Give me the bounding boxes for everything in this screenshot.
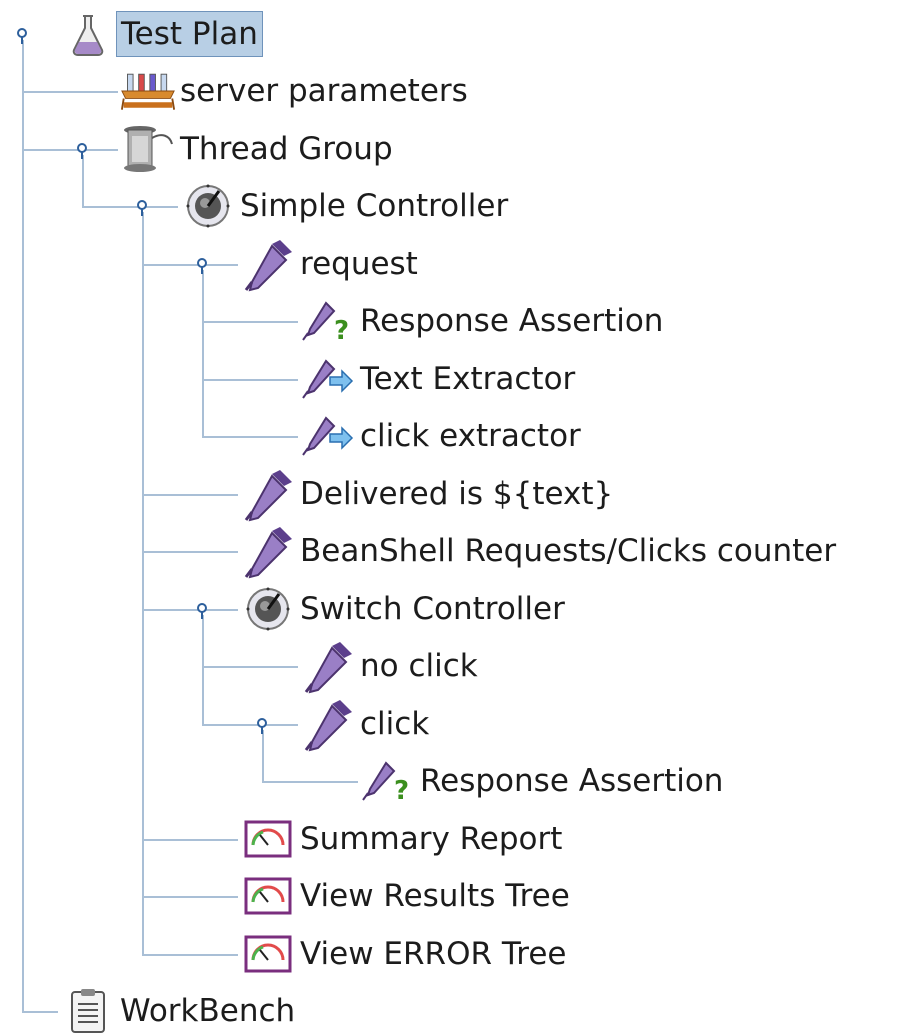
tree-node[interactable]: Delivered is ${text} [240, 469, 617, 522]
tree-connector-line [142, 896, 238, 899]
test-plan-tree: Test Plan server parameters Thread Group Si… [0, 0, 911, 1035]
expand-handle[interactable] [191, 249, 221, 279]
tree-node[interactable]: ? Response Assertion [360, 756, 727, 806]
clipboard-icon [60, 986, 116, 1036]
tree-node-label: Delivered is ${text} [300, 475, 614, 512]
tree-connector-line [202, 666, 298, 669]
tree-connector-line [82, 206, 178, 209]
expand-handle[interactable] [131, 191, 161, 221]
pipette-icon [240, 239, 296, 292]
tree-connector-line [202, 321, 298, 324]
tree-connector-line [202, 436, 298, 439]
tree-connector-line [22, 1011, 58, 1014]
tree-node[interactable]: Text Extractor [300, 354, 579, 404]
tree-node[interactable]: request [240, 239, 422, 292]
tree-connector-line [262, 781, 358, 784]
tree-node[interactable]: Switch Controller [240, 584, 569, 634]
expand-handle[interactable] [191, 594, 221, 624]
tree-connector-line [142, 493, 238, 496]
tree-connector-line [202, 614, 204, 724]
controller-dial-icon [180, 181, 236, 231]
spool-icon [120, 124, 176, 174]
tree-node-label: Summary Report [300, 820, 563, 857]
tree-node[interactable]: BeanShell Requests/Clicks counter [240, 526, 840, 579]
tree-connector-line [142, 212, 144, 954]
tree-node[interactable]: ? Response Assertion [300, 296, 667, 346]
pipette-arrow-icon [300, 411, 356, 461]
gauge-report-icon [240, 871, 296, 921]
tree-connector-line [22, 39, 24, 1012]
pipette-question-icon: ? [360, 756, 416, 806]
tree-connector-line [22, 148, 118, 151]
tree-node[interactable]: click extractor [300, 411, 585, 461]
tree-connector-line [142, 263, 238, 266]
tree-node[interactable]: Simple Controller [180, 181, 512, 231]
expand-handle[interactable] [11, 19, 41, 49]
tree-node[interactable]: Thread Group [120, 124, 397, 174]
tree-node[interactable]: server parameters [120, 66, 472, 116]
expand-handle[interactable] [251, 709, 281, 739]
flask-icon [60, 9, 116, 59]
tree-node[interactable]: View Results Tree [240, 871, 574, 921]
tree-connector-line [202, 723, 298, 726]
tree-node-label: no click [360, 648, 478, 685]
controller-dial-icon [240, 584, 296, 634]
tree-connector-line [202, 378, 298, 381]
tree-node-label: Response Assertion [360, 303, 664, 340]
tree-connector-line [142, 838, 238, 841]
tree-connector-line [142, 551, 238, 554]
tree-node-label: Text Extractor [360, 360, 576, 397]
tree-node-label: Test Plan [116, 10, 263, 57]
pipette-icon [300, 641, 356, 694]
tree-node-label: Switch Controller [300, 590, 565, 627]
tree-node-label: Response Assertion [420, 763, 724, 800]
pipette-arrow-icon [300, 354, 356, 404]
tree-connector-line [202, 269, 204, 437]
pipette-icon [240, 526, 296, 579]
pipette-question-icon: ? [300, 296, 356, 346]
tree-node-label: View Results Tree [300, 878, 570, 915]
tree-node[interactable]: Test Plan [60, 9, 263, 59]
gauge-report-icon [240, 814, 296, 864]
tree-node-label: Thread Group [180, 130, 393, 167]
pipette-icon [240, 469, 296, 522]
tree-connector-line [142, 608, 238, 611]
tree-node-label: server parameters [180, 73, 468, 110]
tree-node-label: request [300, 245, 418, 282]
tree-node-label: Simple Controller [240, 188, 509, 225]
tree-node-label: click [360, 705, 430, 742]
tree-node-label: click extractor [360, 418, 581, 455]
tree-node-label: WorkBench [120, 993, 296, 1030]
gauge-report-icon [240, 929, 296, 979]
tree-node[interactable]: View ERROR Tree [240, 929, 570, 979]
svg-text:?: ? [394, 776, 409, 805]
tree-node[interactable]: WorkBench [60, 986, 299, 1036]
test-tubes-icon [120, 66, 176, 116]
tree-node[interactable]: click [300, 699, 433, 752]
tree-connector-line [22, 91, 118, 94]
tree-node-label: BeanShell Requests/Clicks counter [300, 533, 837, 570]
svg-text:?: ? [334, 316, 349, 345]
tree-node-label: View ERROR Tree [300, 935, 567, 972]
tree-node[interactable]: Summary Report [240, 814, 566, 864]
tree-node[interactable]: no click [300, 641, 482, 694]
expand-handle[interactable] [71, 134, 101, 164]
tree-connector-line [142, 953, 238, 956]
pipette-icon [300, 699, 356, 752]
